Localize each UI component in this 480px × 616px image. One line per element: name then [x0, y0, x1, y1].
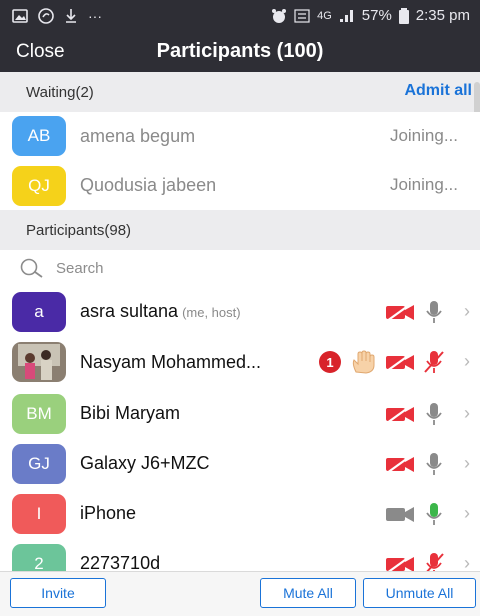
participant-name: asra sultana (me, host) [80, 301, 241, 322]
clock: 2:35 pm [415, 7, 470, 24]
chevron-right-icon[interactable]: › [464, 403, 470, 424]
participant-name-text: Galaxy J6+MZC [80, 453, 210, 473]
avatar: a [12, 292, 66, 332]
chevron-right-icon[interactable]: › [464, 503, 470, 524]
participant-name-text: Bibi Maryam [80, 403, 181, 423]
battery-percent: 57% [361, 7, 392, 24]
profile-photo-icon [12, 342, 66, 382]
status-right: 4G 57% 2:35 pm [271, 7, 470, 24]
waiting-item[interactable]: AB amena begum Joining... [0, 112, 480, 163]
avatar-photo [12, 342, 66, 382]
avatar: GJ [12, 444, 66, 484]
chevron-right-icon[interactable]: › [464, 351, 470, 372]
chevron-right-icon[interactable]: › [464, 301, 470, 322]
network-type: 4G [317, 9, 332, 22]
title-bar: Participants (100) Close [0, 32, 480, 72]
video-on-icon[interactable] [385, 504, 415, 524]
participant-controls [385, 502, 444, 526]
chat-count-badge: 1 [319, 351, 341, 373]
role-tag: (me, host) [182, 305, 241, 320]
avatar: AB [12, 116, 66, 156]
unmute-all-button[interactable]: Unmute All [363, 578, 476, 608]
mic-on-icon[interactable] [424, 300, 444, 324]
participant-controls: 1 [319, 350, 444, 374]
admit-all-button[interactable]: Admit all [404, 82, 472, 100]
participant-controls [385, 452, 444, 476]
avatar: BM [12, 394, 66, 434]
participant-name: Bibi Maryam [80, 403, 180, 424]
participant-name-text: Nasyam Mohammed... [80, 352, 262, 372]
participant-row[interactable]: IiPhone › [0, 489, 480, 540]
mic-on-icon[interactable] [424, 502, 444, 526]
avatar-initials: BM [26, 404, 52, 423]
status-more-dots: ··· [88, 8, 102, 24]
avatar-initials: QJ [28, 176, 50, 195]
status-left: ··· [12, 8, 102, 24]
participant-name: Quodusia jabeen [80, 175, 217, 195]
search-bar[interactable]: Search [0, 250, 480, 288]
mic-muted-icon[interactable] [424, 350, 444, 374]
page-title: Participants (100) [156, 40, 324, 62]
joining-status: Joining... [389, 126, 458, 145]
download-icon [66, 9, 76, 23]
mic-on-icon[interactable] [424, 402, 444, 426]
video-off-icon[interactable] [385, 302, 415, 322]
participant-row[interactable]: Nasyam Mohammed... 1 › [0, 337, 480, 390]
participant-controls [385, 300, 444, 324]
participant-name-text: asra sultana [80, 301, 179, 321]
participant-name-text: 2273710d [80, 553, 161, 573]
signal-icon [339, 9, 353, 22]
chevron-right-icon[interactable]: › [464, 453, 470, 474]
participant-name: amena begum [80, 126, 196, 146]
video-off-icon[interactable] [385, 352, 415, 372]
footer-toolbar: Invite Mute All Unmute All [0, 571, 480, 616]
raised-hand-icon [352, 350, 375, 374]
avatar-initials: a [34, 302, 44, 321]
status-bar: ··· 4G 57% 2:35 pm [0, 0, 480, 32]
mute-all-button[interactable]: Mute All [260, 578, 356, 608]
search-input[interactable]: Search [56, 260, 104, 277]
participant-name: Nasyam Mohammed... [80, 352, 261, 373]
close-button[interactable]: Close [16, 41, 65, 63]
avatar: I [12, 494, 66, 534]
waiting-section-header: Waiting(2) Admit all [0, 72, 480, 112]
avatar-initials: GJ [28, 454, 50, 473]
participant-name: Galaxy J6+MZC [80, 453, 210, 474]
chat-bubble-icon [38, 8, 54, 24]
volte-icon [294, 8, 310, 23]
search-icon [20, 258, 43, 278]
participant-controls [385, 402, 444, 426]
waiting-item[interactable]: QJ Quodusia jabeen Joining... [0, 162, 480, 211]
battery-icon [398, 7, 409, 24]
participants-section-header: Participants(98) [0, 210, 480, 250]
waiting-label: Waiting(2) [26, 84, 94, 101]
participant-row[interactable]: a asra sultana (me, host) › [0, 287, 480, 338]
mic-on-icon[interactable] [424, 452, 444, 476]
image-icon [12, 9, 28, 23]
invite-button[interactable]: Invite [10, 578, 106, 608]
participants-label: Participants(98) [26, 222, 132, 239]
avatar-initials: I [36, 504, 42, 523]
avatar-initials: AB [27, 126, 51, 145]
joining-status: Joining... [389, 175, 458, 194]
participant-row[interactable]: BM Bibi Maryam › [0, 389, 480, 440]
avatar: QJ [12, 166, 66, 206]
video-off-icon[interactable] [385, 454, 415, 474]
participant-row[interactable]: GJ Galaxy J6+MZC › [0, 439, 480, 490]
participant-name-text: iPhone [80, 503, 137, 523]
participant-name: iPhone [80, 503, 136, 524]
alarm-icon [272, 8, 287, 23]
video-off-icon[interactable] [385, 404, 415, 424]
